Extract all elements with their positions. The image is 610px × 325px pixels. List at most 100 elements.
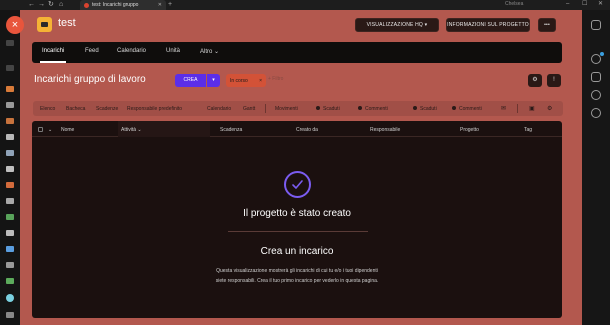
table-header: ⌄ Nome Attività ⌄ Scadenza Creato da Res… [32,121,562,137]
search-icon[interactable] [591,90,601,100]
tab-incarichi[interactable]: Incarichi [42,48,64,54]
right-sidebar [582,10,610,325]
view-responsabile[interactable]: Responsabile predefinito [127,106,182,112]
col-created-by[interactable]: Creato da [296,127,318,133]
expand-icon[interactable]: ⌄ [48,127,52,133]
comments-toggle[interactable]: Commenti [365,106,388,112]
sidebar-home-icon[interactable] [6,40,14,46]
project-title[interactable]: test [58,17,76,29]
tab-altro[interactable]: Altro ⌄ [200,48,219,55]
notifications-icon[interactable] [591,72,601,82]
info-icon[interactable]: ! [547,74,561,87]
sidebar-app-icon[interactable] [6,150,14,156]
sidebar-app-icon[interactable] [6,294,14,302]
lock-icon[interactable]: ▣ [529,105,535,112]
folder-icon [37,17,52,32]
tab-feed[interactable]: Feed [85,48,99,54]
movements-toggle[interactable]: Movimenti [275,106,298,112]
create-task-heading: Crea un incarico [260,246,334,257]
divider [265,104,266,113]
sidebar-app-icon[interactable] [6,102,14,108]
new-tab-button[interactable]: + [168,0,172,9]
help-icon[interactable] [591,108,601,118]
overdue-toggle[interactable]: Scaduti [420,106,437,112]
apps-icon[interactable] [591,20,601,30]
view-calendario[interactable]: Calendario [207,106,231,112]
sidebar-search-icon[interactable] [6,65,14,71]
settings-icon[interactable]: ⚙ [547,105,552,112]
col-deadline[interactable]: Scadenza [220,127,242,133]
active-tab-indicator [40,61,66,63]
filter-input[interactable]: + Filtro [268,76,283,82]
overdue-toggle[interactable]: Scaduti [323,106,340,112]
close-tab-icon[interactable]: ✕ [158,2,162,8]
browser-tab[interactable]: test: Incarichi gruppo ✕ [80,0,166,10]
sidebar-app-icon[interactable] [6,182,14,188]
forward-icon[interactable]: → [38,1,45,9]
select-all-checkbox[interactable] [38,127,43,132]
browser-tab-title: test: Incarichi gruppo [92,2,139,8]
col-name[interactable]: Nome [61,127,74,133]
chat-icon[interactable] [591,54,601,64]
empty-state-description: siete responsabili. Crea il tuo primo in… [215,278,379,284]
sidebar-app-icon[interactable] [6,86,14,92]
col-project[interactable]: Progetto [460,127,479,133]
sidebar-app-icon[interactable] [6,166,14,172]
sidebar-app-icon[interactable] [6,214,14,220]
more-options-button[interactable]: ••• [538,18,556,32]
project-tabs: Incarichi Feed Calendario Unità Altro ⌄ [32,42,562,63]
view-scadenze[interactable]: Scadenze [96,106,118,112]
gear-icon[interactable]: ⚙ [528,74,542,87]
view-gantt[interactable]: Gantt [243,106,255,112]
col-activity[interactable]: Attività ⌄ [121,127,142,133]
tab-unita[interactable]: Unità [166,48,180,54]
minimize-icon[interactable]: – [566,0,569,9]
project-info-button[interactable]: INFORMAZIONI SUL PROGETTO [446,18,530,32]
view-hq-button-label: VISUALIZZAZIONE HQ [366,22,424,28]
tab-calendario[interactable]: Calendario [117,48,146,54]
divider [517,104,518,113]
remove-filter-icon[interactable]: × [259,78,262,84]
sidebar-app-icon[interactable] [6,246,14,252]
sidebar-app-icon[interactable] [6,278,14,284]
empty-state-title: Il progetto è stato creato [243,208,351,219]
check-circle-icon [284,171,311,198]
favicon-icon [84,2,89,8]
view-elenco[interactable]: Elenco [40,106,55,112]
browser-left-sidebar [0,10,20,325]
view-hq-button[interactable]: VISUALIZZAZIONE HQ ▾ [355,18,439,32]
home-icon[interactable]: ⌂ [59,1,63,9]
sidebar-more-icon[interactable] [6,312,14,318]
sidebar-app-icon[interactable] [6,134,14,140]
col-responsible[interactable]: Responsabile [370,127,400,133]
sidebar-app-icon[interactable] [6,262,14,268]
sidebar-app-icon[interactable] [6,230,14,236]
chat-icon[interactable]: ✉ [501,105,506,112]
view-options-bar: Elenco Bacheca Scadenze Responsabile pre… [33,101,563,116]
view-bacheca[interactable]: Bacheca [66,106,85,112]
browser-tab-bar: ← → ↻ ⌂ test: Incarichi gruppo ✕ + Chels… [0,0,610,10]
maximize-icon[interactable]: ☐ [582,0,587,9]
toggle-icon[interactable] [358,106,362,110]
reload-icon[interactable]: ↻ [48,1,54,9]
toggle-icon[interactable] [413,106,417,110]
comments-toggle[interactable]: Commenti [459,106,482,112]
back-icon[interactable]: ← [28,1,35,9]
sidebar-app-icon[interactable] [6,198,14,204]
create-task-button[interactable]: CREA [175,74,206,87]
toggle-icon[interactable] [452,106,456,110]
sidebar-app-icon[interactable] [6,118,14,124]
empty-state-description: Questa visualizzazione mostrerà gli inca… [216,268,378,274]
notification-dot [600,52,604,56]
project-header: test VISUALIZZAZIONE HQ ▾ INFORMAZIONI S… [20,10,582,40]
divider [228,231,368,232]
window-close-icon[interactable]: ✕ [598,0,603,9]
page-title: Incarichi gruppo di lavoro [34,74,146,85]
filter-chip-label: In corso [230,77,248,84]
tasks-table: ⌄ Nome Attività ⌄ Scadenza Creato da Res… [32,121,562,318]
col-tag[interactable]: Tag [524,127,532,133]
toggle-icon[interactable] [316,106,320,110]
status-filter-chip[interactable]: In corso × [226,74,266,87]
chevron-down-icon[interactable]: ▾ [207,74,220,87]
browser-profile[interactable]: Chelsea [505,1,523,7]
